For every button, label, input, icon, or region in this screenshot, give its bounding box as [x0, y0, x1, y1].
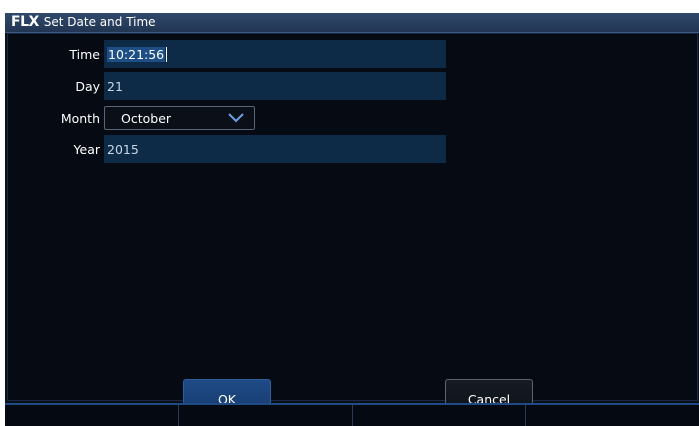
day-value: 21: [107, 78, 123, 94]
month-label: Month: [60, 110, 100, 126]
title-bar: FLX Set Date and Time: [5, 13, 699, 33]
year-row: Year 2015: [8, 135, 446, 163]
window-title: Set Date and Time: [43, 15, 156, 29]
year-input[interactable]: 2015: [104, 135, 446, 163]
month-row: Month October: [8, 104, 255, 132]
dialog-body: Time 10:21:56 Day 21 Month October Year: [7, 33, 698, 419]
softkey-3[interactable]: [353, 405, 527, 426]
softkey-1[interactable]: [5, 405, 179, 426]
softkey-4[interactable]: [526, 405, 699, 426]
month-select[interactable]: October: [104, 106, 255, 130]
year-label: Year: [73, 141, 100, 157]
softkey-bar: [5, 403, 699, 426]
softkey-2[interactable]: [179, 405, 353, 426]
time-row: Time 10:21:56: [8, 40, 446, 68]
year-value: 2015: [107, 141, 139, 157]
flx-logo: FLX: [11, 14, 39, 30]
time-input[interactable]: 10:21:56: [104, 40, 446, 68]
time-value: 10:21:56: [107, 46, 166, 62]
set-date-time-window: FLX Set Date and Time Time 10:21:56 Day …: [5, 13, 699, 426]
time-label: Time: [69, 46, 100, 62]
text-cursor: [166, 46, 168, 62]
day-row: Day 21: [8, 72, 446, 100]
day-label: Day: [75, 78, 100, 94]
chevron-down-icon: [228, 113, 244, 123]
day-input[interactable]: 21: [104, 72, 446, 100]
month-value: October: [121, 110, 172, 126]
